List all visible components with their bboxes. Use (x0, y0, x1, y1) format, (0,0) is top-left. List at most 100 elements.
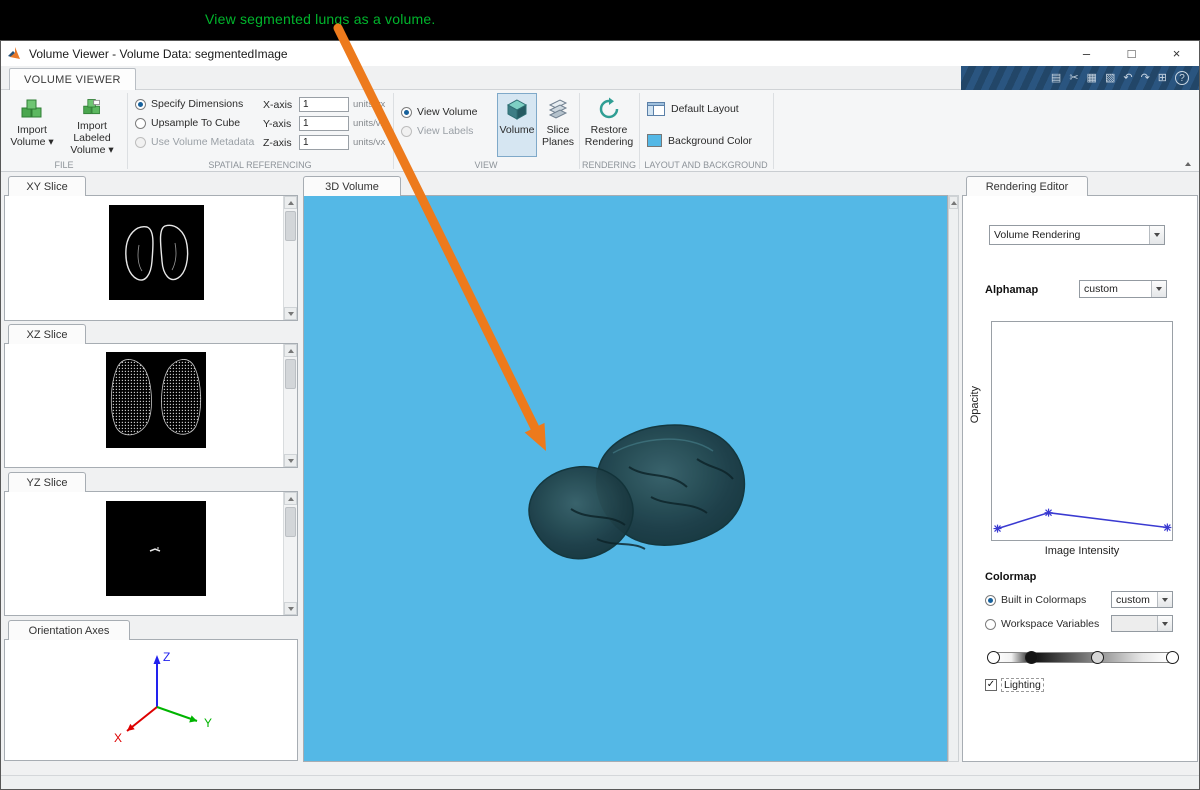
matlab-logo-icon (7, 46, 23, 62)
colormap-marker-4[interactable] (1166, 651, 1179, 664)
annotation-text: View segmented lungs as a volume. (205, 11, 435, 27)
alphamap-label: Alphamap (985, 284, 1038, 296)
minimize-button[interactable]: – (1064, 41, 1109, 66)
rendering-editor-panel: Volume Rendering Alphamap custom Opacity… (962, 195, 1198, 762)
xz-slice-image[interactable] (106, 352, 206, 448)
annotation-bar: View segmented lungs as a volume. (0, 0, 1200, 40)
opacity-axis-label: Opacity (969, 386, 981, 423)
close-button[interactable]: × (1154, 41, 1199, 66)
z-axis-letter: Z (163, 650, 170, 664)
tab-3d-volume[interactable]: 3D Volume (303, 176, 401, 196)
section-label-layout: LAYOUT AND BACKGROUND (639, 160, 773, 170)
ribbon: Import Volume ▾ Import Labeled Volume ▾ … (1, 90, 1199, 172)
titlebar: Volume Viewer - Volume Data: segmentedIm… (1, 41, 1199, 66)
section-label-rendering: RENDERING (579, 160, 639, 170)
default-layout-icon (647, 102, 665, 116)
radio-specify-dimensions[interactable]: Specify Dimensions (135, 98, 243, 110)
import-labeled-volume-button[interactable]: Import Labeled Volume ▾ (59, 93, 125, 157)
rendering-mode-dropdown[interactable]: Volume Rendering (989, 225, 1165, 245)
colormap-marker-2[interactable] (1025, 651, 1038, 664)
colormap-marker-1[interactable] (987, 651, 1000, 664)
restore-rendering-button[interactable]: Restore Rendering (583, 93, 635, 157)
intensity-axis-label: Image Intensity (991, 545, 1173, 557)
section-label-spatial: SPATIAL REFERENCING (127, 160, 393, 170)
xy-slice-image[interactable] (109, 205, 204, 300)
radio-builtin-colormaps[interactable]: Built in Colormaps (985, 594, 1086, 606)
radio-icon (401, 107, 412, 118)
tab-xz-slice[interactable]: XZ Slice (8, 324, 86, 344)
section-label-view: VIEW (393, 160, 579, 170)
import-volume-button[interactable]: Import Volume ▾ (5, 93, 59, 157)
xz-slice-panel (4, 343, 298, 468)
xz-slice-scrollbar[interactable] (283, 344, 297, 467)
chevron-down-icon (1162, 598, 1168, 602)
scroll-up-icon (288, 201, 294, 205)
import-volume-icon (19, 97, 45, 121)
y-axis-input[interactable] (299, 116, 349, 131)
splitter-arrow-icon (951, 201, 957, 205)
maximize-button[interactable]: □ (1109, 41, 1154, 66)
ribbon-section-rendering: Restore Rendering RENDERING (579, 90, 639, 171)
radio-icon (985, 595, 996, 606)
ribbon-section-view: View Volume View Labels Volume Slice Pla… (393, 90, 579, 171)
x-axis-label: X-axis (263, 99, 292, 111)
x-axis-input[interactable] (299, 97, 349, 112)
radio-upsample-to-cube[interactable]: Upsample To Cube (135, 117, 240, 129)
paste-icon[interactable]: ▧ (1105, 73, 1115, 84)
collapse-ribbon-button[interactable] (1185, 162, 1191, 166)
orientation-axes-image[interactable]: Z X Y (60, 645, 245, 757)
colormap-marker-3[interactable] (1091, 651, 1104, 664)
volume-viewport[interactable] (303, 195, 948, 762)
z-axis-units: units/vx (353, 137, 385, 148)
scroll-down-icon (288, 607, 294, 611)
yz-slice-panel (4, 491, 298, 616)
slice-planes-button[interactable]: Slice Planes (539, 93, 577, 157)
x-axis-units: units/vx (353, 99, 385, 110)
section-label-file: FILE (1, 160, 127, 170)
save-icon[interactable]: ▤ (1051, 73, 1061, 84)
tab-rendering-editor[interactable]: Rendering Editor (966, 176, 1088, 196)
quick-access-toolbar: ▤ ✂ ▦ ▧ ↶ ↷ ⊞ ? (961, 66, 1199, 90)
tab-xy-slice[interactable]: XY Slice (8, 176, 86, 196)
radio-view-volume[interactable]: View Volume (401, 106, 478, 118)
tab-orientation-axes[interactable]: Orientation Axes (8, 620, 130, 640)
background-color-swatch (647, 134, 662, 147)
orientation-axes-panel: Z X Y (4, 639, 298, 761)
z-axis-input[interactable] (299, 135, 349, 150)
workspace-variables-dropdown[interactable] (1111, 615, 1173, 632)
radio-view-labels[interactable]: View Labels (401, 125, 473, 137)
layout-window-icon[interactable]: ⊞ (1158, 73, 1167, 84)
lighting-checkbox-row[interactable]: ✓ Lighting (985, 678, 1044, 692)
yz-slice-image[interactable] (106, 501, 206, 596)
opacity-plot[interactable] (991, 321, 1173, 541)
alphamap-dropdown[interactable]: custom (1079, 280, 1167, 298)
xy-slice-panel (4, 195, 298, 321)
colormap-label: Colormap (985, 571, 1036, 583)
y-axis-letter: Y (204, 716, 212, 730)
radio-icon (985, 619, 996, 630)
radio-icon (135, 137, 146, 148)
xy-slice-scrollbar[interactable] (283, 196, 297, 320)
cut-icon[interactable]: ✂ (1069, 73, 1078, 84)
default-layout-button[interactable]: Default Layout (647, 102, 739, 116)
redo-icon[interactable]: ↷ (1141, 73, 1150, 84)
slice-planes-icon (546, 97, 570, 121)
background-color-button[interactable]: Background Color (647, 134, 752, 147)
copy-icon[interactable]: ▦ (1087, 73, 1097, 84)
tab-yz-slice[interactable]: YZ Slice (8, 472, 86, 492)
undo-icon[interactable]: ↶ (1123, 73, 1132, 84)
chevron-down-icon (1162, 622, 1168, 626)
volume-button[interactable]: Volume (497, 93, 537, 157)
tab-volume-viewer[interactable]: VOLUME VIEWER (9, 68, 136, 91)
lighting-checkbox[interactable]: ✓ (985, 679, 997, 691)
restore-rendering-icon (597, 97, 621, 121)
viewport-splitter[interactable] (948, 195, 959, 762)
lighting-label: Lighting (1001, 678, 1044, 692)
yz-slice-scrollbar[interactable] (283, 492, 297, 615)
colormap-gradient-bar[interactable] (993, 652, 1169, 663)
radio-workspace-variables[interactable]: Workspace Variables (985, 618, 1099, 630)
help-icon[interactable]: ? (1175, 71, 1189, 85)
builtin-colormap-dropdown[interactable]: custom (1111, 591, 1173, 608)
radio-use-volume-metadata[interactable]: Use Volume Metadata (135, 136, 254, 148)
ribbon-tab-row: VOLUME VIEWER ▤ ✂ ▦ ▧ ↶ ↷ ⊞ ? (1, 66, 1199, 90)
